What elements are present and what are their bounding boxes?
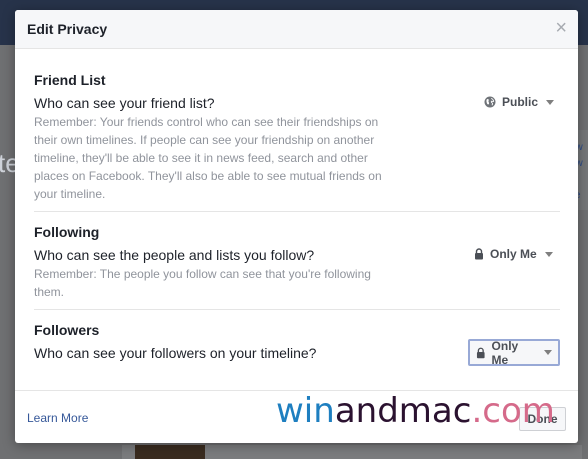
globe-icon [484, 96, 496, 108]
edit-privacy-dialog: Edit Privacy × Friend List Who can see y… [15, 10, 578, 443]
section-remark: Remember: The people you follow can see … [34, 267, 371, 299]
lock-icon [476, 347, 485, 358]
audience-label: Only Me [490, 247, 537, 261]
section-question: Who can see your friend list? [34, 95, 215, 111]
section-title: Following [34, 224, 100, 240]
section-remark: Remember: Your friends control who can s… [34, 115, 382, 201]
audience-selector-only-me[interactable]: Only Me [468, 242, 559, 266]
section-divider [34, 309, 560, 310]
learn-more-link[interactable]: Learn More [27, 411, 88, 425]
lock-icon [475, 248, 483, 260]
friend-list-section: Friend List Who can see your friend list… [34, 68, 560, 208]
section-question: Who can see the people and lists you fol… [34, 247, 315, 263]
section-title: Followers [34, 322, 100, 338]
chevron-down-icon [544, 251, 553, 257]
watermark-logo: winandmac.com [276, 391, 555, 431]
chevron-down-icon [544, 350, 552, 355]
section-divider [34, 211, 560, 212]
background-photo [135, 445, 205, 459]
dialog-header: Edit Privacy × [15, 10, 578, 49]
section-question: Who can see your followers on your timel… [34, 345, 317, 361]
section-title: Friend List [34, 72, 106, 88]
audience-selector-public[interactable]: Public [478, 90, 560, 114]
chevron-down-icon [546, 99, 555, 105]
audience-label: Only Me [491, 338, 519, 367]
dialog-title: Edit Privacy [27, 21, 108, 37]
close-icon[interactable]: × [555, 18, 567, 38]
followers-section: Followers Who can see your followers on … [34, 318, 560, 378]
following-section: Following Who can see the people and lis… [34, 220, 560, 310]
audience-label: Public [502, 95, 539, 109]
audience-selector-only-me-focused[interactable]: Only Me [468, 338, 560, 367]
